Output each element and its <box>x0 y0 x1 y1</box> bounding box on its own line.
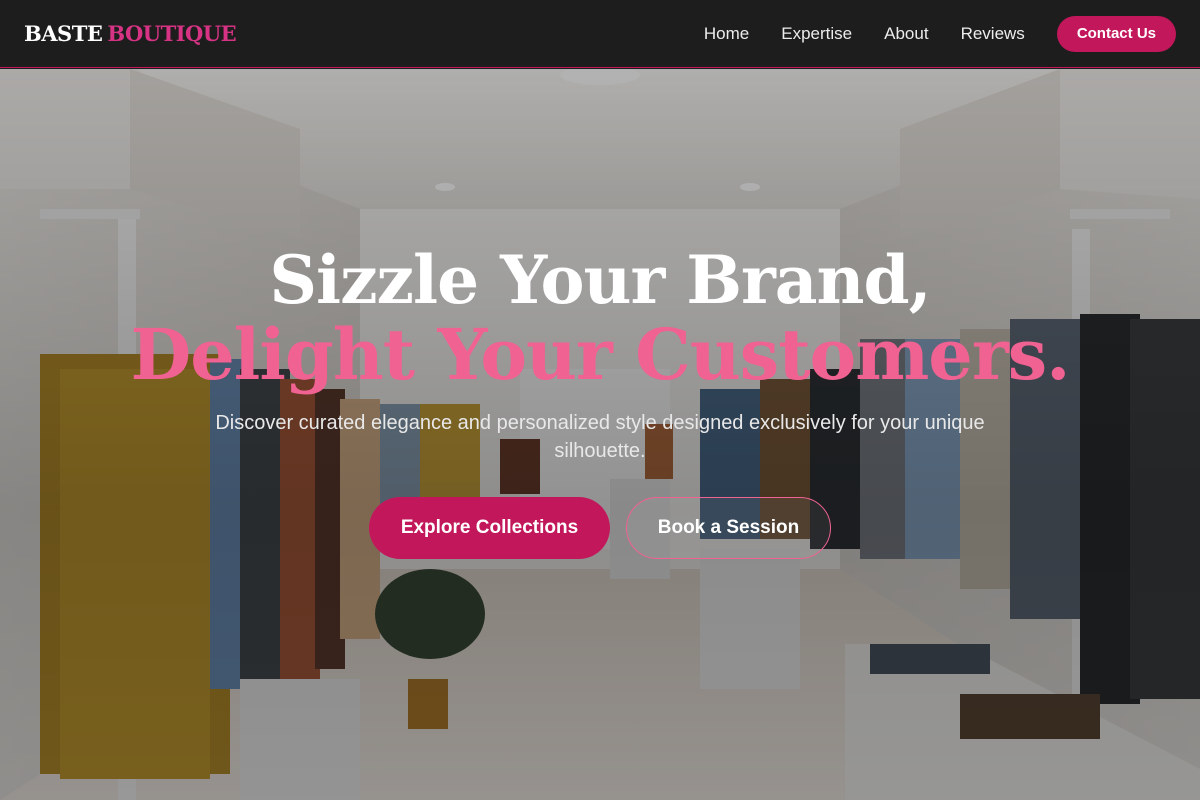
hero-title-line2: Delight Your Customers. <box>130 313 1071 396</box>
hero-section: Sizzle Your Brand, Delight Your Customer… <box>0 69 1200 800</box>
nav-link-reviews[interactable]: Reviews <box>961 24 1025 44</box>
hero-title-line1: Sizzle Your Brand, <box>269 241 931 319</box>
top-navbar: BASTE BOUTIQUE Home Expertise About Revie… <box>0 0 1200 68</box>
main-nav: Home Expertise About Reviews Contact Us <box>704 15 1176 52</box>
brand-name-primary: BASTE <box>24 21 103 46</box>
hero-subtitle: Discover curated elegance and personaliz… <box>215 412 985 462</box>
hero-content: Sizzle Your Brand, Delight Your Customer… <box>0 69 1200 800</box>
book-session-button[interactable]: Book a Session <box>626 497 831 559</box>
nav-link-home[interactable]: Home <box>704 24 749 44</box>
explore-collections-button[interactable]: Explore Collections <box>369 497 610 559</box>
brand-logo[interactable]: BASTE BOUTIQUE <box>24 21 237 46</box>
contact-us-button[interactable]: Contact Us <box>1056 15 1176 52</box>
nav-link-expertise[interactable]: Expertise <box>781 24 852 44</box>
nav-link-about[interactable]: About <box>884 24 928 44</box>
brand-name-accent: BOUTIQUE <box>107 21 237 46</box>
